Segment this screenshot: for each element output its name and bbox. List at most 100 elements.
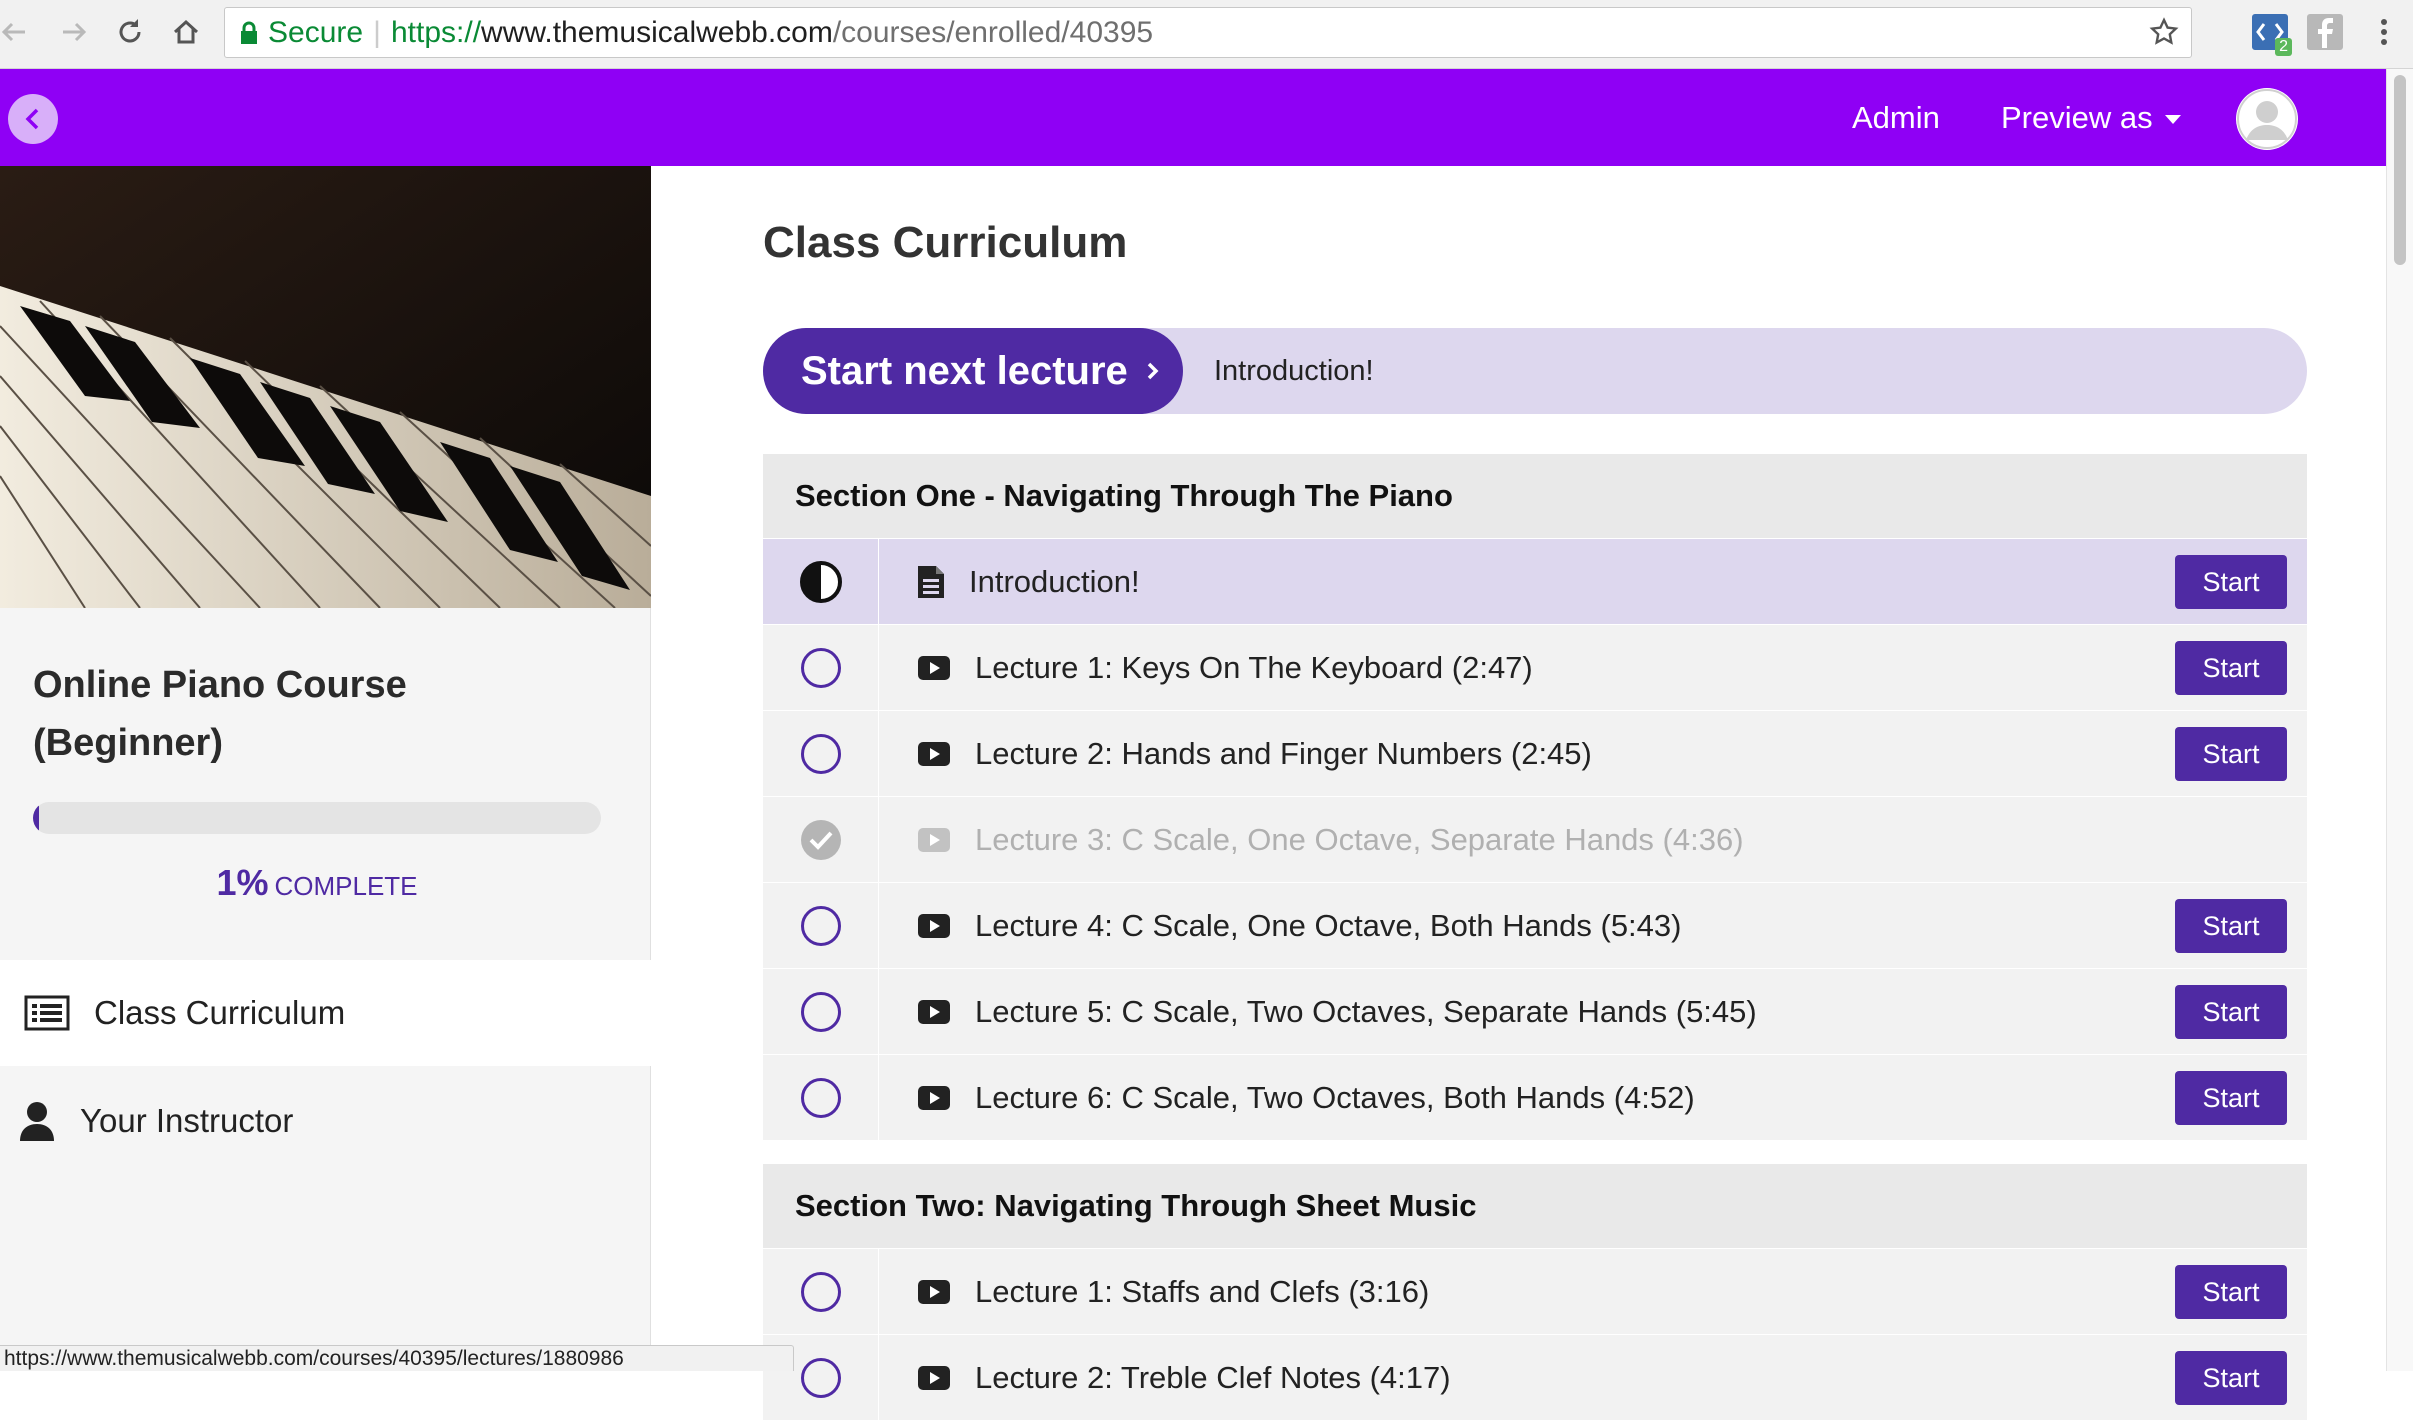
lecture-status bbox=[763, 882, 879, 969]
lecture-row[interactable]: Lecture 2: Hands and Finger Numbers (2:4… bbox=[763, 710, 2307, 797]
start-button[interactable]: Start bbox=[2175, 899, 2287, 953]
url-host: www.themusicalwebb.com bbox=[481, 16, 833, 49]
start-button[interactable]: Start bbox=[2175, 985, 2287, 1039]
video-icon bbox=[917, 1279, 957, 1305]
not-started-circle-icon bbox=[800, 991, 841, 1032]
video-icon bbox=[917, 1085, 957, 1111]
not-started-circle-icon bbox=[800, 1077, 841, 1118]
lecture-row[interactable]: Lecture 1: Staffs and Clefs (3:16) Start bbox=[763, 1248, 2307, 1335]
page-title: Class Curriculum bbox=[763, 218, 1128, 267]
omnibox-divider: | bbox=[373, 15, 381, 49]
start-button[interactable]: Start bbox=[2175, 727, 2287, 781]
lecture-row[interactable]: Lecture 4: C Scale, One Octave, Both Han… bbox=[763, 882, 2307, 969]
lecture-title: Lecture 3: C Scale, One Octave, Separate… bbox=[975, 821, 1744, 857]
progress-suffix: COMPLETE bbox=[274, 871, 418, 901]
start-button[interactable]: Start bbox=[2175, 1265, 2287, 1319]
main-content: Class Curriculum Start next lecture Intr… bbox=[683, 166, 2386, 1421]
not-started-circle-icon bbox=[800, 647, 841, 688]
lecture-status bbox=[763, 710, 879, 797]
lecture-row[interactable]: Lecture 5: C Scale, Two Octaves, Separat… bbox=[763, 968, 2307, 1055]
app-header: Admin Preview as bbox=[0, 69, 2386, 166]
url-text[interactable]: https://www.themusicalwebb.com/courses/e… bbox=[391, 8, 1153, 57]
sidebar-item-label: Your Instructor bbox=[80, 1102, 294, 1139]
lecture-title: Lecture 6: C Scale, Two Octaves, Both Ha… bbox=[975, 1079, 1695, 1115]
forward-arrow-icon[interactable] bbox=[54, 12, 94, 52]
reload-icon[interactable] bbox=[110, 12, 150, 52]
lecture-row[interactable]: Lecture 2: Treble Clef Notes (4:17) Star… bbox=[763, 1334, 2307, 1421]
preview-as-dropdown[interactable]: Preview as bbox=[2001, 69, 2181, 166]
avatar[interactable] bbox=[2236, 88, 2298, 150]
section-title: Section Two: Navigating Through Sheet Mu… bbox=[763, 1164, 2307, 1248]
start-button[interactable]: Start bbox=[2175, 641, 2287, 695]
back-arrow-icon[interactable] bbox=[0, 12, 34, 52]
video-icon bbox=[917, 913, 957, 939]
home-icon[interactable] bbox=[166, 12, 206, 52]
admin-link[interactable]: Admin bbox=[1852, 69, 1940, 166]
progress-text: 1% COMPLETE bbox=[0, 862, 634, 904]
video-icon bbox=[917, 1365, 957, 1391]
bookmark-star-icon[interactable] bbox=[2149, 17, 2179, 52]
lecture-title: Lecture 1: Keys On The Keyboard (2:47) bbox=[975, 649, 1533, 685]
not-started-circle-icon bbox=[800, 1357, 841, 1398]
start-button[interactable]: Start bbox=[2175, 555, 2287, 609]
video-icon bbox=[917, 741, 957, 767]
secure-label: Secure bbox=[268, 15, 364, 49]
not-started-circle-icon bbox=[800, 905, 841, 946]
sidebar-item-your-instructor[interactable]: Your Instructor bbox=[0, 1068, 651, 1174]
progress-fill bbox=[33, 802, 39, 834]
lecture-status bbox=[763, 1054, 879, 1141]
sidebar-item-class-curriculum[interactable]: Class Curriculum bbox=[0, 960, 651, 1066]
start-next-lecture-button[interactable]: Start next lecture bbox=[763, 328, 1183, 414]
preview-as-label: Preview as bbox=[2001, 100, 2153, 135]
course-sidebar: Online Piano Course (Beginner) 1% COMPLET… bbox=[0, 166, 651, 1371]
curriculum-section: Section Two: Navigating Through Sheet Mu… bbox=[763, 1164, 2307, 1421]
start-button[interactable]: Start bbox=[2175, 1071, 2287, 1125]
lecture-title: Lecture 2: Treble Clef Notes (4:17) bbox=[975, 1359, 1451, 1395]
lecture-status bbox=[763, 968, 879, 1055]
start-button[interactable]: Start bbox=[2175, 1351, 2287, 1405]
piano-keys-image bbox=[0, 166, 651, 608]
secure-indicator[interactable]: Secure | bbox=[240, 8, 381, 57]
list-icon bbox=[24, 995, 70, 1031]
lecture-title: Lecture 2: Hands and Finger Numbers (2:4… bbox=[975, 735, 1592, 771]
course-image bbox=[0, 166, 651, 608]
lecture-title: Introduction! bbox=[969, 563, 1140, 599]
chevron-left-icon bbox=[25, 108, 39, 130]
start-next-label: Start next lecture bbox=[801, 348, 1128, 393]
lecture-title: Lecture 5: C Scale, Two Octaves, Separat… bbox=[975, 993, 1757, 1029]
lecture-row[interactable]: Lecture 3: C Scale, One Octave, Separate… bbox=[763, 796, 2307, 883]
section-title: Section One - Navigating Through The Pia… bbox=[763, 454, 2307, 538]
lecture-status bbox=[763, 796, 879, 883]
status-bar-url: https://www.themusicalwebb.com/courses/4… bbox=[0, 1345, 794, 1371]
page-scrollbar[interactable] bbox=[2386, 69, 2413, 1371]
curriculum-section: Section One - Navigating Through The Pia… bbox=[763, 454, 2307, 1141]
video-icon bbox=[917, 827, 957, 853]
caret-down-icon bbox=[2164, 115, 2181, 125]
facebook-icon[interactable] bbox=[2307, 14, 2343, 50]
lock-icon bbox=[241, 21, 257, 44]
url-scheme: https:// bbox=[391, 16, 482, 49]
next-lecture-title: Introduction! bbox=[1214, 355, 1374, 387]
back-button[interactable] bbox=[8, 94, 58, 144]
lecture-title: Lecture 1: Staffs and Clefs (3:16) bbox=[975, 1273, 1430, 1309]
extension-badge: 2 bbox=[2275, 38, 2292, 56]
extension-code-icon[interactable]: 2 bbox=[2252, 14, 2292, 56]
half-progress-icon bbox=[799, 560, 842, 603]
browser-menu-icon[interactable] bbox=[2364, 12, 2404, 52]
browser-toolbar: Secure | https://www.themusicalwebb.com/… bbox=[0, 0, 2413, 69]
scrollbar-thumb[interactable] bbox=[2394, 75, 2406, 265]
progress-value: 1% bbox=[216, 862, 269, 903]
address-bar[interactable]: Secure | https://www.themusicalwebb.com/… bbox=[224, 7, 2192, 58]
lecture-row[interactable]: Lecture 6: C Scale, Two Octaves, Both Ha… bbox=[763, 1054, 2307, 1141]
chevron-right-icon bbox=[1147, 362, 1159, 380]
video-icon bbox=[917, 655, 957, 681]
lecture-title: Lecture 4: C Scale, One Octave, Both Han… bbox=[975, 907, 1682, 943]
url-path: /courses/enrolled/40395 bbox=[832, 16, 1154, 49]
lecture-row[interactable]: Lecture 1: Keys On The Keyboard (2:47) S… bbox=[763, 624, 2307, 711]
video-icon bbox=[917, 999, 957, 1025]
lecture-status bbox=[763, 1248, 879, 1335]
document-icon bbox=[917, 565, 957, 599]
lecture-row[interactable]: Introduction! Start bbox=[763, 538, 2307, 625]
lecture-status bbox=[763, 538, 879, 625]
course-title: Online Piano Course (Beginner) bbox=[33, 664, 407, 764]
